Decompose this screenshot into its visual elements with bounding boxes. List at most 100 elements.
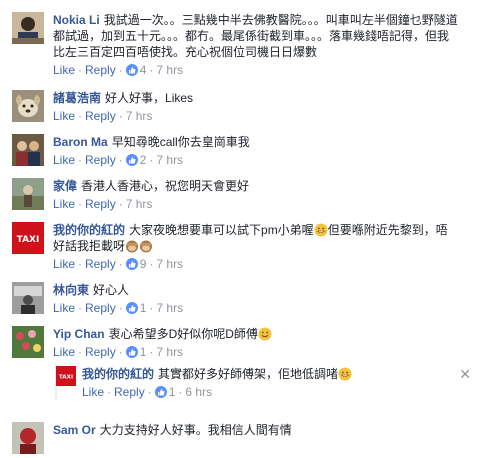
like-count-icon[interactable] [125,64,138,76]
taxi-logo-icon: TAXI [12,222,44,254]
smiling-emoji-icon [258,327,272,341]
reply-button[interactable]: Reply [85,345,116,359]
reply-button[interactable]: Reply [85,301,116,315]
timestamp[interactable]: 7 hrs [156,63,183,77]
reply-button[interactable]: Reply [85,109,116,123]
like-count-icon[interactable] [154,386,167,398]
like-button[interactable]: Like [53,109,75,123]
avatar[interactable] [12,422,44,454]
like-button[interactable]: Like [82,385,104,399]
timestamp[interactable]: 7 hrs [156,345,183,359]
separator: · [118,109,123,123]
like-count-icon[interactable] [125,154,138,166]
comment-body: 早知尋晚call你去皇崗車我 [111,135,250,149]
timestamp[interactable]: 7 hrs [156,153,183,167]
timestamp[interactable]: 7 hrs [126,197,153,211]
separator: · [118,345,123,359]
like-count[interactable]: 9 [140,257,147,271]
reply-button[interactable]: Reply [85,153,116,167]
close-icon[interactable]: ✕ [459,368,471,382]
avatar[interactable] [12,12,44,44]
separator: · [118,153,123,167]
avatar[interactable] [12,178,44,210]
author-name[interactable]: Yip Chan [53,327,105,341]
comment-actions: Like · Reply · 1 · 7 hrs [53,344,459,360]
timestamp[interactable]: 6 hrs [185,385,212,399]
author-name[interactable]: Sam Or [53,423,96,437]
comment-feed: Nokia Li 我試過一次。。三點幾中半去佛教醫院。。。叫車叫左半個鐘乜野隧道都… [0,0,499,458]
like-button[interactable]: Like [53,257,75,271]
flowers-photo-icon [12,326,44,358]
like-count-icon[interactable] [125,302,138,314]
avatar[interactable] [12,326,44,358]
author-name[interactable]: 家偉 [53,179,77,193]
timestamp[interactable]: 7 hrs [126,109,153,123]
dog-photo-icon [12,90,44,122]
comment-text: Nokia Li 我試過一次。。三點幾中半去佛教醫院。。。叫車叫左半個鐘乜野隧道都… [53,12,459,60]
like-count[interactable]: 2 [140,153,147,167]
separator: · [78,197,83,211]
timestamp[interactable]: 7 hrs [156,301,183,315]
reply-button[interactable]: Reply [114,385,145,399]
comment-body: 大家夜晚想要車可以試下pm小弟喔 [129,223,314,237]
author-name[interactable]: 我的你的紅的 [53,223,125,237]
author-name[interactable]: 林向東 [53,283,89,297]
bw-photo-icon [12,282,44,314]
avatar[interactable]: TAXI [56,366,76,386]
person-photo-icon [12,12,44,44]
author-name[interactable]: 我的你的紅的 [82,367,154,381]
like-button[interactable]: Like [53,153,75,167]
comment-text: 我的你的紅的 其實都好多好師傅架，佢地低調啫 [82,366,459,382]
comment-text: 我的你的紅的 大家夜晚想要車可以試下pm小弟喔 但要喺附近先黎到，唔好話我拒載呀 [53,222,459,254]
like-button[interactable]: Like [53,197,75,211]
author-name[interactable]: 諸葛浩南 [53,91,101,105]
like-count[interactable]: 1 [169,385,176,399]
grinning-emoji-icon [338,367,352,381]
separator: · [149,345,154,359]
landscape-photo-icon [12,178,44,210]
separator: · [149,63,154,77]
like-count[interactable]: 1 [140,301,147,315]
comment-body: 其實都好多好師傅架，佢地低調啫 [158,367,339,381]
like-button[interactable]: Like [53,345,75,359]
comment-actions: Like · Reply · 1 · 7 hrs [53,300,459,316]
separator: · [149,257,154,271]
like-button[interactable]: Like [53,301,75,315]
comment-actions: Like · Reply · 2 · 7 hrs [53,152,459,168]
separator: · [178,385,183,399]
like-count-icon[interactable] [125,258,138,270]
separator: · [78,109,83,123]
comment-actions: Like · Reply · 7 hrs [53,196,459,212]
like-count[interactable]: 4 [140,63,147,77]
separator: · [118,301,123,315]
separator: · [118,197,123,211]
comment-actions: Like · Reply · 9 · 7 hrs [53,256,459,272]
comment-body: 好心人 [93,283,130,297]
comment-actions: Like · Reply · 7 hrs [53,108,459,124]
comment-text: Baron Ma 早知尋晚call你去皇崗車我 [53,134,459,150]
comment-body: 香港人香港心，祝您明天會更好 [81,179,250,193]
like-count[interactable]: 1 [140,345,147,359]
reply-button[interactable]: Reply [85,63,116,77]
group-photo-icon [12,134,44,166]
avatar[interactable] [12,90,44,122]
comment-body: 大力支持好人好事。我相信人間有情 [99,423,292,437]
like-count-icon[interactable] [125,346,138,358]
reply-button[interactable]: Reply [85,197,116,211]
comment-actions: Like · Reply · 4 · 7 hrs [53,62,459,78]
timestamp[interactable]: 7 hrs [156,257,183,271]
comment-text: Sam Or 大力支持好人好事。我相信人間有情 [53,422,459,438]
avatar[interactable]: TAXI [12,222,44,254]
author-name[interactable]: Nokia Li [53,13,100,27]
reply-button[interactable]: Reply [85,257,116,271]
red-photo-icon [12,422,44,454]
like-button[interactable]: Like [53,63,75,77]
avatar[interactable] [12,134,44,166]
separator: · [78,63,83,77]
comment-body: 我試過一次。。三點幾中半去佛教醫院。。。叫車叫左半個鐘乜野隧道都試過，加到五十元… [53,13,458,59]
comment-body: 衷心希望多D好似你呢D師傅 [108,327,258,341]
avatar[interactable] [12,282,44,314]
taxi-logo-icon: TAXI [56,366,76,386]
svg-text:TAXI: TAXI [17,235,40,245]
author-name[interactable]: Baron Ma [53,135,108,149]
